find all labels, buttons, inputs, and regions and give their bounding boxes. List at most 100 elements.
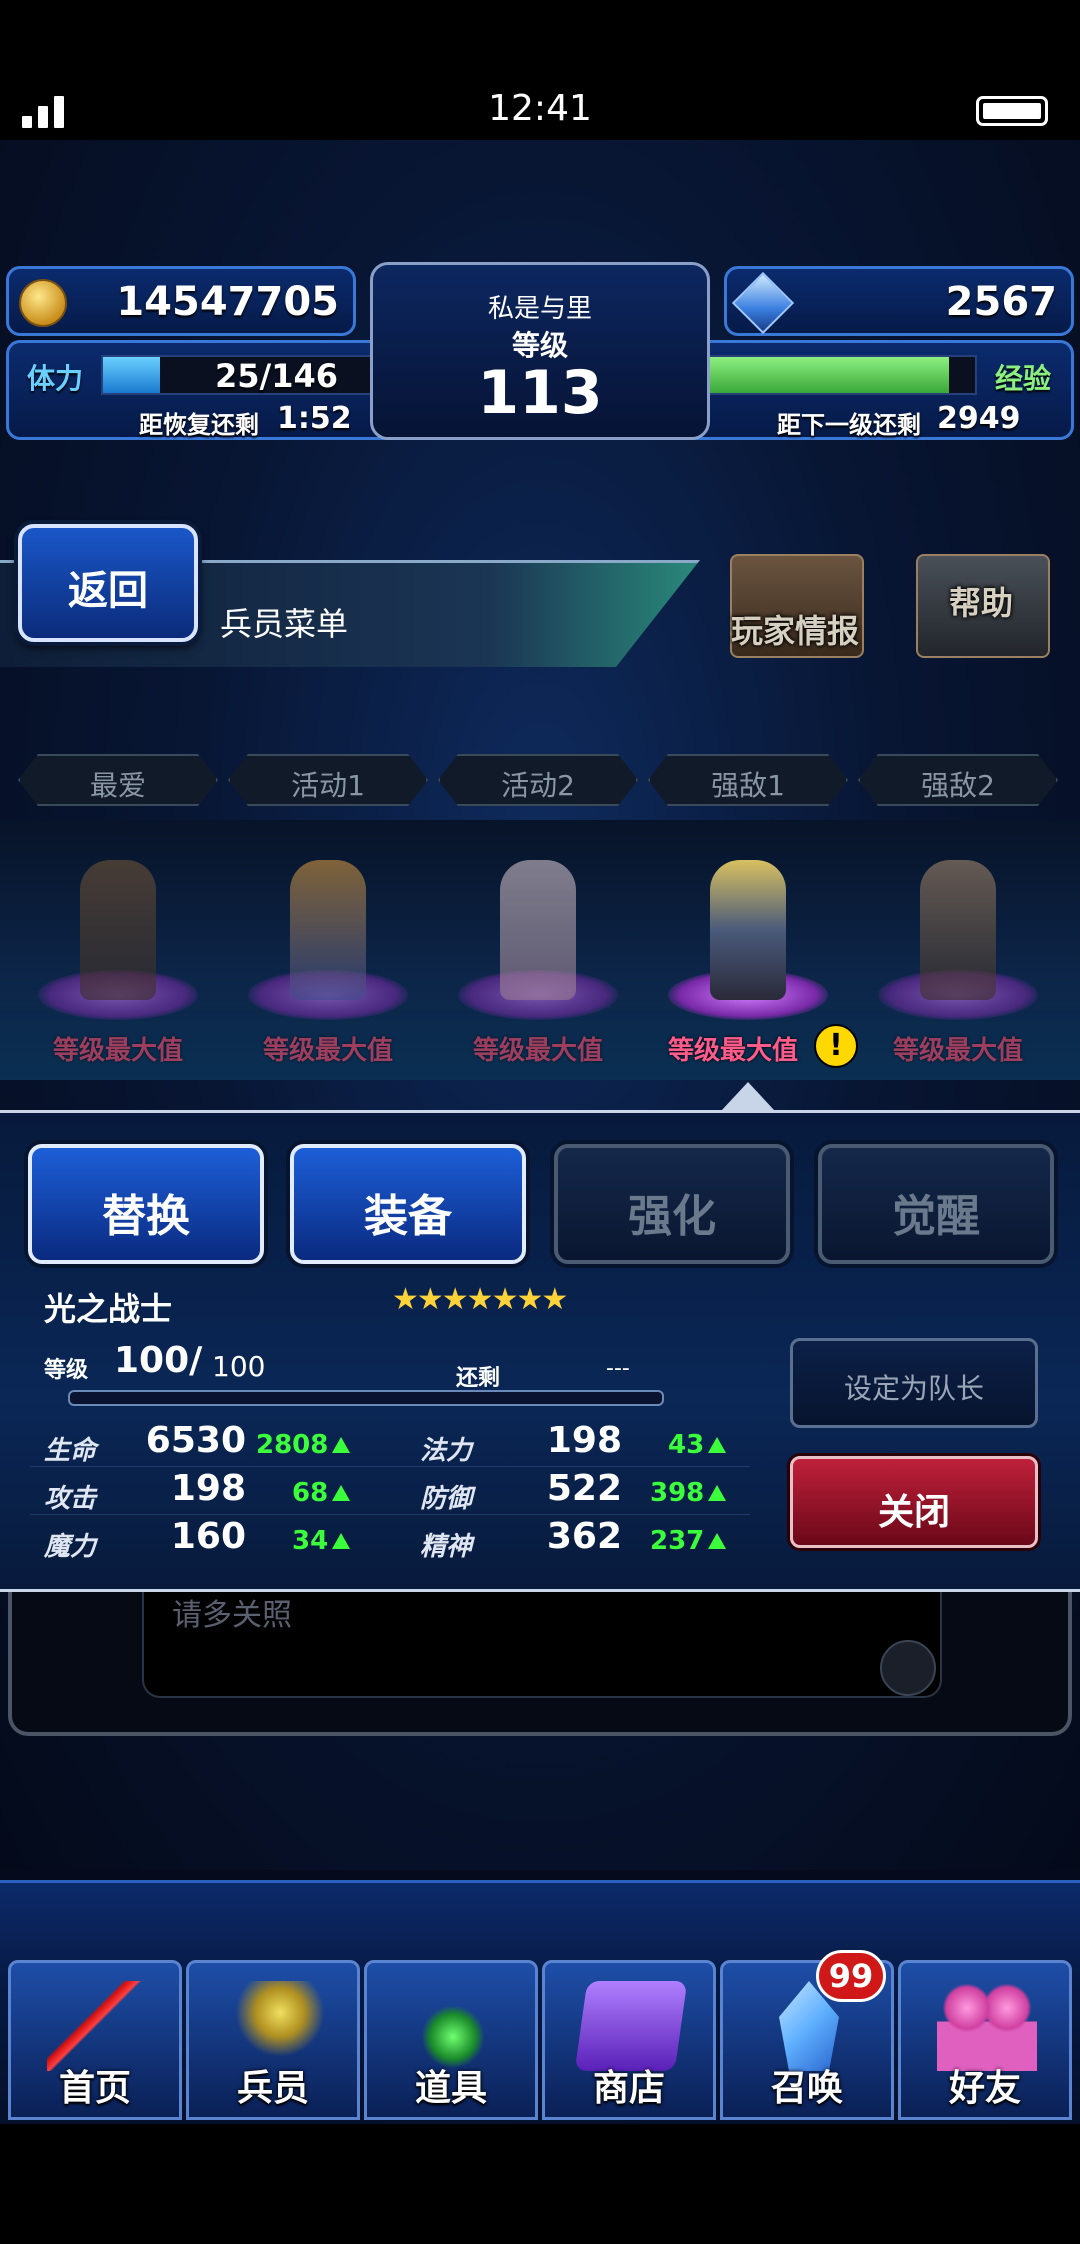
- player-info-button[interactable]: 玩家情报: [720, 544, 870, 664]
- max-level-label: 等级最大值: [262, 1036, 393, 1066]
- nav-shop[interactable]: 商店: [542, 1960, 716, 2120]
- stat-atk-label: 攻击: [44, 1484, 97, 1514]
- equip-button[interactable]: 装备: [290, 1144, 526, 1264]
- crystal-panel: 2567: [724, 266, 1074, 336]
- nav-items[interactable]: 道具: [364, 1960, 538, 2120]
- stamina-label: 体力: [27, 362, 84, 395]
- stat-def-bonus: 398: [650, 1478, 726, 1508]
- help-label: 帮助: [948, 584, 1013, 622]
- crystal-icon: [731, 271, 795, 335]
- unit-name: 光之战士: [44, 1290, 173, 1328]
- next-level-label: 距下一级还剩: [777, 411, 921, 439]
- player-level: 113: [477, 358, 603, 428]
- nav-units[interactable]: 兵员: [186, 1960, 360, 2120]
- potion-icon: [403, 1981, 503, 2071]
- set-leader-button[interactable]: 设定为队长: [790, 1338, 1038, 1428]
- exp-label: 经验: [995, 362, 1052, 395]
- help-button[interactable]: 帮助: [906, 544, 1056, 664]
- nav-friends-label: 好友: [948, 2068, 1021, 2109]
- tab-label: 最爱: [89, 769, 146, 802]
- profile-message-text: 请多关照: [172, 1598, 292, 1633]
- stat-mp-bonus: 43: [668, 1430, 726, 1460]
- unit-level-max: 100: [212, 1350, 266, 1383]
- unit-sprite: [500, 860, 576, 1000]
- max-level-label: 等级最大值: [472, 1036, 603, 1066]
- recover-time: 1:52: [277, 401, 352, 436]
- unit-sprite: [920, 860, 996, 1000]
- edit-pen-icon[interactable]: [880, 1640, 936, 1696]
- level-label: 等级: [44, 1358, 89, 1383]
- tab-strong-enemy-1[interactable]: 强敌1: [648, 754, 848, 806]
- bottom-bezel: [0, 2124, 1080, 2244]
- stat-mag-bonus: 34: [292, 1526, 350, 1556]
- awaken-button[interactable]: 觉醒: [818, 1144, 1054, 1264]
- tab-event-1[interactable]: 活动1: [228, 754, 428, 806]
- party-unit-slot-selected[interactable]: 等级最大值 !: [648, 820, 858, 1080]
- unit-sprite: [80, 860, 156, 1000]
- status-time: 12:41: [488, 88, 592, 129]
- stat-mp-label: 法力: [420, 1436, 473, 1466]
- replace-button[interactable]: 替换: [28, 1144, 264, 1264]
- status-bar: 12:41: [0, 0, 1080, 140]
- stat-spr-value: 362: [546, 1516, 622, 1557]
- unit-exp-bar: [68, 1390, 664, 1406]
- friends-icon: [937, 1981, 1037, 2071]
- tab-strong-enemy-2[interactable]: 强敌2: [858, 754, 1058, 806]
- stat-spr-bonus: 237: [650, 1526, 726, 1556]
- stat-mag-label: 魔力: [44, 1532, 97, 1562]
- exp-remaining-label: 还剩: [456, 1366, 501, 1391]
- stat-hp-value: 6530: [145, 1420, 246, 1461]
- close-label: 关闭: [877, 1492, 950, 1533]
- alert-icon: !: [814, 1024, 858, 1068]
- crystal-amount: 2567: [945, 279, 1057, 325]
- tab-label: 活动2: [501, 769, 575, 802]
- rarity-stars: ★★★★★★★: [392, 1282, 568, 1317]
- party-unit-slot[interactable]: 等级最大值: [18, 820, 218, 1080]
- stat-mp-value: 198: [546, 1420, 622, 1461]
- stat-hp-label: 生命: [44, 1436, 97, 1466]
- back-button[interactable]: 返回: [18, 524, 198, 642]
- nav-shop-label: 商店: [592, 2068, 665, 2109]
- unit-sprite: [290, 860, 366, 1000]
- sword-icon: [47, 1981, 147, 2071]
- page-title: 兵员菜单: [220, 605, 349, 643]
- stamina-bar-fill: [103, 357, 161, 393]
- stat-divider: [30, 1466, 750, 1467]
- level-emblem: 私是与里 等级 113: [360, 262, 720, 440]
- stat-spr-label: 精神: [420, 1532, 473, 1562]
- party-unit-slot[interactable]: 等级最大值: [438, 820, 638, 1080]
- enhance-button[interactable]: 强化: [554, 1144, 790, 1264]
- back-button-label: 返回: [68, 568, 148, 614]
- tab-label: 强敌1: [711, 769, 785, 802]
- unit-sprite: [710, 860, 786, 1000]
- max-level-label: 等级最大值: [52, 1036, 183, 1066]
- nav-units-label: 兵员: [236, 2068, 309, 2109]
- gil-panel: 14547705: [6, 266, 356, 336]
- exp-remaining-value: ---: [606, 1356, 630, 1381]
- stamina-value: 25/146: [215, 357, 339, 395]
- stat-mag-value: 160: [170, 1516, 246, 1557]
- player-name: 私是与里: [487, 294, 592, 324]
- tab-event-2[interactable]: 活动2: [438, 754, 638, 806]
- unit-level: 100/: [114, 1340, 203, 1381]
- recover-label: 距恢复还剩: [139, 411, 259, 439]
- awaken-label: 觉醒: [892, 1191, 980, 1242]
- stat-hp-bonus: 2808: [256, 1430, 350, 1460]
- nav-friends[interactable]: 好友: [898, 1960, 1072, 2120]
- warrior-icon: [225, 1981, 325, 2071]
- tab-favorite[interactable]: 最爱: [18, 754, 218, 806]
- tab-label: 强敌2: [921, 769, 995, 802]
- replace-label: 替换: [102, 1191, 190, 1242]
- stat-def-label: 防御: [420, 1484, 473, 1514]
- player-info-label: 玩家情报: [730, 612, 859, 650]
- nav-items-label: 道具: [414, 2068, 487, 2109]
- party-unit-slot[interactable]: 等级最大值: [858, 820, 1058, 1080]
- tab-label: 活动1: [291, 769, 365, 802]
- stat-atk-value: 198: [170, 1468, 246, 1509]
- summon-badge: 99: [816, 1950, 886, 2002]
- battery-icon: [976, 96, 1048, 126]
- party-unit-slot[interactable]: 等级最大值: [228, 820, 428, 1080]
- close-button[interactable]: 关闭: [790, 1456, 1038, 1548]
- nav-home[interactable]: 首页: [8, 1960, 182, 2120]
- max-level-label: 等级最大值: [892, 1036, 1023, 1066]
